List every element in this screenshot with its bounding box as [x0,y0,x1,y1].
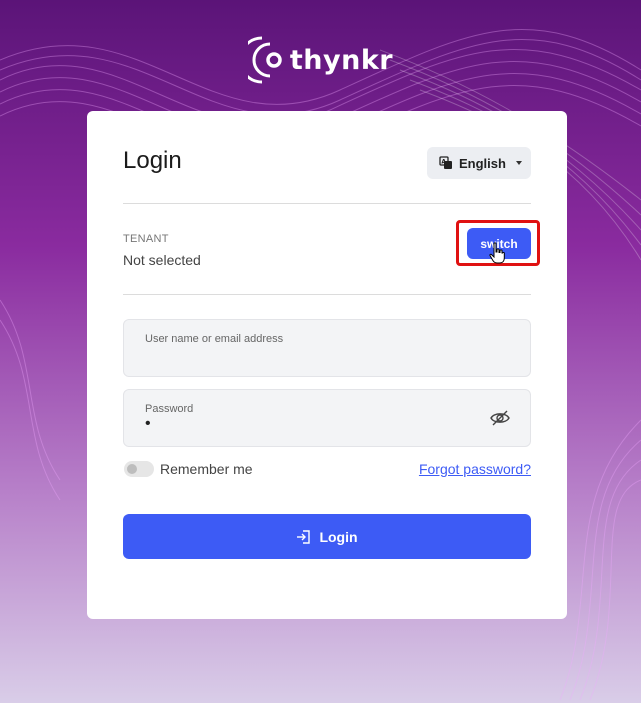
toggle-knob [127,464,137,474]
brand-name: thynkr [289,44,394,76]
translate-icon: A [439,156,452,169]
password-label: Password [145,403,194,415]
brand-logo: thynkr [0,34,641,86]
language-label: English [459,155,506,171]
caret-down-icon [515,161,522,165]
svg-text:A: A [441,159,446,166]
logo-mark-icon [247,36,282,84]
forgot-password-link[interactable]: Forgot password? [419,461,531,477]
login-button[interactable]: Login [123,514,531,559]
tenant-label: TENANT [123,233,169,245]
remember-me-label: Remember me [160,461,253,477]
page-title: Login [123,147,182,174]
password-value: • [145,415,151,432]
eye-slash-icon[interactable] [490,409,510,427]
language-dropdown[interactable]: A English [427,147,531,179]
tenant-value: Not selected [123,252,201,268]
login-card: Login A English TENANT Not selected swit… [87,111,567,619]
username-label: User name or email address [145,333,284,345]
login-button-label: Login [319,528,358,545]
remember-me-toggle[interactable] [124,461,154,477]
hand-cursor-icon [489,242,505,264]
password-field[interactable]: Password • [123,389,531,447]
divider-top [123,203,531,204]
login-icon [297,529,311,544]
username-field[interactable]: User name or email address [123,319,531,377]
divider-bottom [123,294,531,295]
